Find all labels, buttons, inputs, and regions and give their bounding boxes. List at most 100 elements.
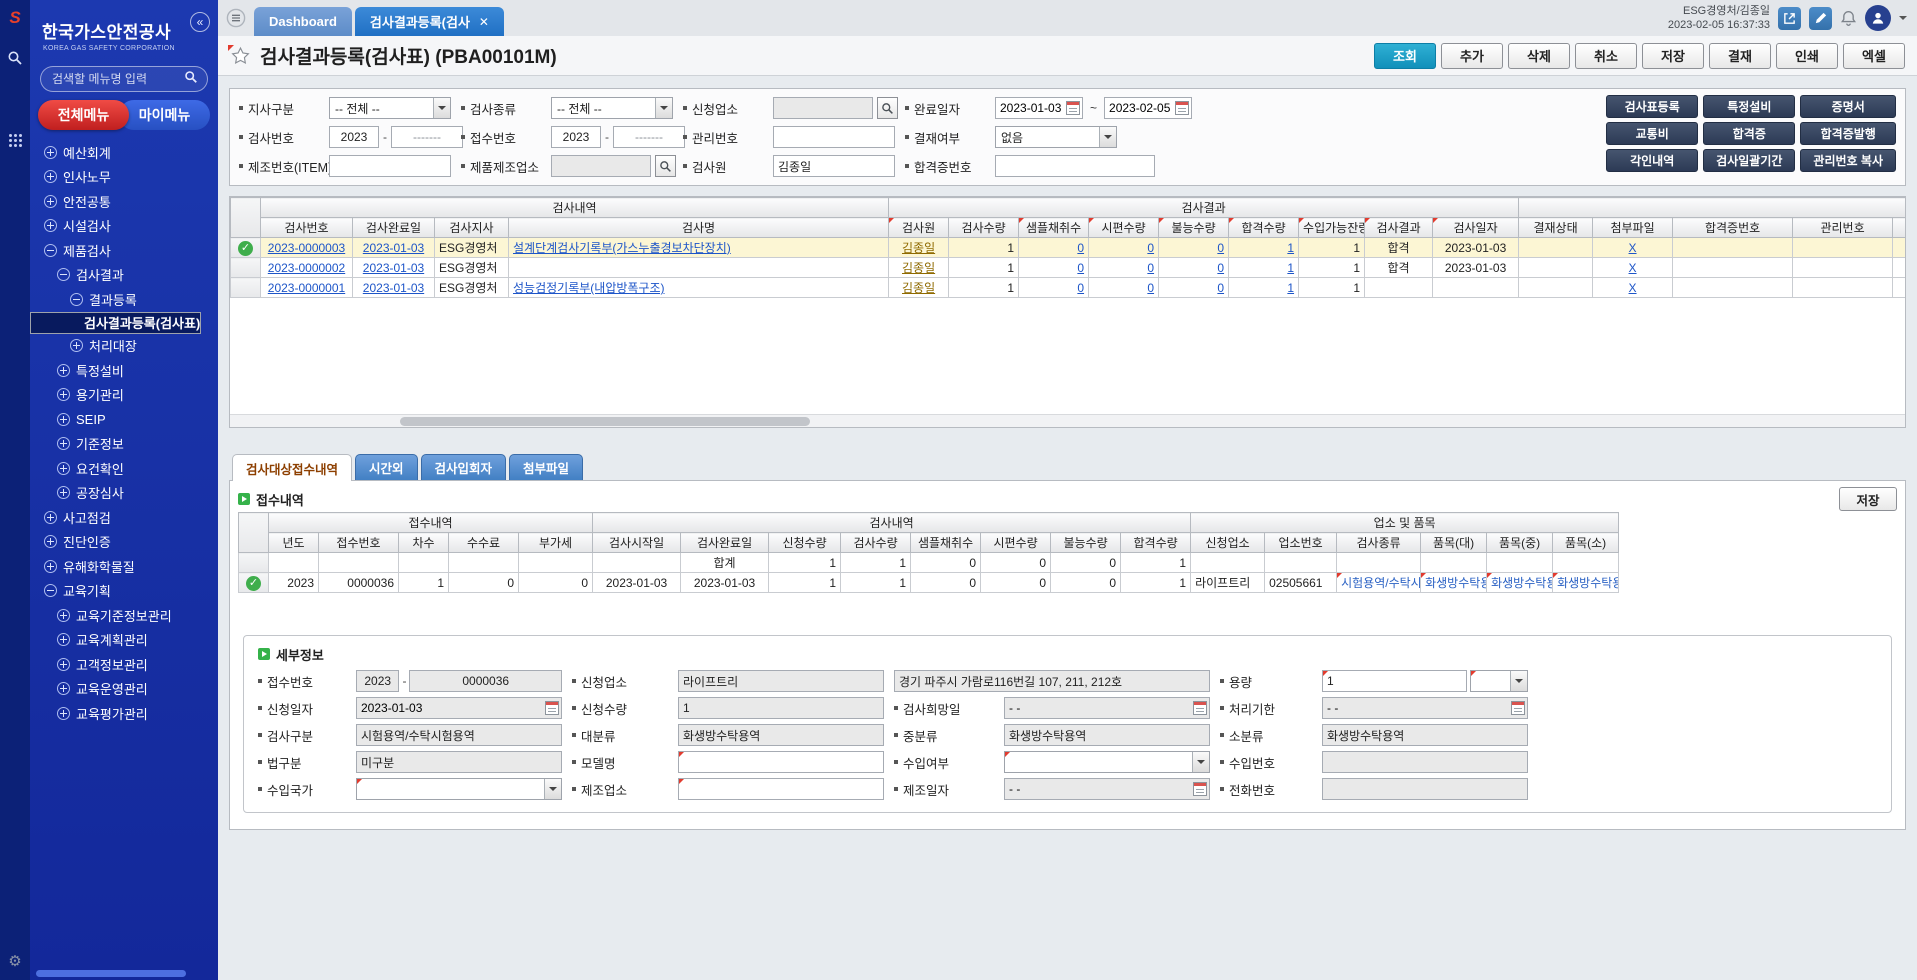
expand-icon[interactable]	[57, 658, 70, 671]
expand-icon[interactable]	[57, 437, 70, 450]
grid-cell-link[interactable]: 0	[1077, 261, 1084, 275]
filter-side-button[interactable]: 관리번호 복사	[1800, 149, 1896, 172]
grid-cell-link[interactable]: 1	[1287, 261, 1294, 275]
sidebar-collapse-button[interactable]: «	[190, 12, 210, 32]
expand-icon[interactable]	[44, 195, 57, 208]
grid-column-header[interactable]: 첨부파일	[1593, 218, 1673, 238]
grid-cell-link[interactable]: 0	[1147, 281, 1154, 295]
grid-column-header[interactable]: 합격수량	[1229, 218, 1299, 238]
header-action-button[interactable]: 저장	[1642, 43, 1704, 69]
calendar-icon[interactable]	[1511, 701, 1525, 715]
bottom-tab[interactable]: 시간외	[355, 454, 418, 480]
filter-side-button[interactable]: 교통비	[1606, 122, 1698, 145]
grid-column-header[interactable]: 검사명	[509, 218, 889, 238]
sidebar-item[interactable]: 교육평가관리	[30, 701, 218, 726]
grid-column-header[interactable]: 수입가능잔량	[1299, 218, 1365, 238]
sidebar-item[interactable]: 안전공통	[30, 189, 218, 214]
header-action-button[interactable]: 인쇄	[1776, 43, 1838, 69]
expand-icon[interactable]	[57, 633, 70, 646]
grid-cell-link[interactable]: 0	[1077, 281, 1084, 295]
sidebar-item[interactable]: 용기관리	[30, 383, 218, 408]
receipt-column-header[interactable]: 샘플채취수	[911, 533, 981, 553]
filter-side-button[interactable]: 특정설비	[1703, 95, 1795, 118]
cert-no-input[interactable]	[995, 155, 1155, 177]
calendar-icon[interactable]	[545, 701, 559, 715]
detail-model-input[interactable]	[678, 751, 884, 773]
expand-icon[interactable]	[44, 170, 57, 183]
collapse-icon[interactable]	[57, 268, 70, 281]
grid-cell-link[interactable]: 2023-01-03	[363, 281, 424, 295]
grid-column-header[interactable]: 검사일자	[1433, 218, 1519, 238]
filter-side-button[interactable]: 검사일괄기간	[1703, 149, 1795, 172]
favorite-star-icon[interactable]	[230, 46, 251, 66]
chevron-down-icon[interactable]	[1899, 16, 1907, 24]
receipt-column-header[interactable]: 검사수량	[841, 533, 911, 553]
detail-hope-date-input[interactable]	[1005, 698, 1193, 718]
grid-cell-link[interactable]: 0	[1217, 261, 1224, 275]
grid-column-header[interactable]: 불능수량	[1159, 218, 1229, 238]
grid-cell-link[interactable]: 2023-0000003	[268, 241, 345, 255]
receipt-column-header[interactable]: 차수	[399, 533, 449, 553]
gear-icon[interactable]: ⚙	[8, 952, 21, 970]
keypad-icon[interactable]	[8, 133, 23, 153]
receipt-no-seq-input[interactable]	[613, 126, 685, 148]
receipt-column-header[interactable]: 수수료	[449, 533, 519, 553]
receipt-column-header[interactable]: 신청업소	[1191, 533, 1265, 553]
calendar-icon[interactable]	[1193, 701, 1207, 715]
calendar-icon[interactable]	[1066, 101, 1080, 115]
grid-column-header[interactable]: 검사번호	[261, 218, 353, 238]
expand-icon[interactable]	[57, 486, 70, 499]
search-icon[interactable]	[7, 50, 23, 71]
grid-cell-link[interactable]: 2023-0000001	[268, 281, 345, 295]
expand-icon[interactable]	[44, 219, 57, 232]
header-action-button[interactable]: 조회	[1374, 43, 1436, 69]
sidebar-item[interactable]: 유해화학물질	[30, 554, 218, 579]
complete-date-to-input[interactable]	[1105, 98, 1175, 118]
expand-icon[interactable]	[44, 535, 57, 548]
collapse-icon[interactable]	[44, 244, 57, 257]
sidebar-item[interactable]: 처리대장	[30, 334, 218, 359]
detail-maker-input[interactable]	[678, 778, 884, 800]
product-maker-input[interactable]	[551, 155, 651, 177]
receipt-column-header[interactable]: 합격수량	[1121, 533, 1191, 553]
row-select-cell[interactable]: ✓	[239, 573, 269, 593]
grid-cell-link[interactable]: 1	[1287, 241, 1294, 255]
tab-close-icon[interactable]: ✕	[479, 15, 489, 29]
grid-column-header[interactable]: 제	[1893, 218, 1905, 238]
filter-side-button[interactable]: 각인내역	[1606, 149, 1698, 172]
row-select-cell[interactable]: ✓	[231, 238, 261, 258]
inspection-type-select[interactable]: -- 전체 --	[551, 97, 673, 119]
calendar-icon[interactable]	[1193, 782, 1207, 796]
receipt-column-header[interactable]: 업소번호	[1265, 533, 1337, 553]
sidebar-item[interactable]: 시설검사	[30, 214, 218, 239]
receipt-column-header[interactable]: 시편수량	[981, 533, 1051, 553]
sidebar-item[interactable]: 검사결과등록(검사표)	[30, 312, 201, 334]
grid-cell-link[interactable]: 설계단계검사기록부(가스누출경보차단장치)	[513, 241, 731, 255]
complete-date-from-input[interactable]	[996, 98, 1066, 118]
expand-icon[interactable]	[57, 609, 70, 622]
menu-search-icon[interactable]	[184, 70, 198, 89]
sidebar-item[interactable]: 진단인증	[30, 530, 218, 555]
receipt-column-header[interactable]: 검사완료일	[681, 533, 769, 553]
expand-icon[interactable]	[57, 364, 70, 377]
grid-cell-link[interactable]: 김종일	[902, 261, 935, 275]
receipt-column-header[interactable]: 품목(중)	[1487, 533, 1553, 553]
filter-side-button[interactable]: 검사표등록	[1606, 95, 1698, 118]
grid-cell-link[interactable]: X	[1629, 281, 1637, 295]
product-maker-search-icon[interactable]	[655, 155, 676, 177]
detail-capacity-unit-select[interactable]	[1470, 670, 1528, 692]
expand-icon[interactable]	[57, 388, 70, 401]
receipt-column-header[interactable]: 불능수량	[1051, 533, 1121, 553]
expand-icon[interactable]	[44, 146, 57, 159]
collapse-icon[interactable]	[70, 293, 83, 306]
expand-icon[interactable]	[44, 560, 57, 573]
expand-icon[interactable]	[57, 462, 70, 475]
sidebar-item[interactable]: 검사결과	[30, 263, 218, 288]
grid-cell-link[interactable]: 김종일	[902, 241, 935, 255]
sidebar-item[interactable]: 교육기준정보관리	[30, 603, 218, 628]
sidebar-item[interactable]: 요건확인	[30, 456, 218, 481]
grid-column-header[interactable]: 결재상태	[1519, 218, 1593, 238]
inspection-no-year-input[interactable]	[329, 126, 379, 148]
sidebar-item[interactable]: SEIP	[30, 407, 218, 432]
detail-import-country-select[interactable]	[356, 778, 562, 800]
